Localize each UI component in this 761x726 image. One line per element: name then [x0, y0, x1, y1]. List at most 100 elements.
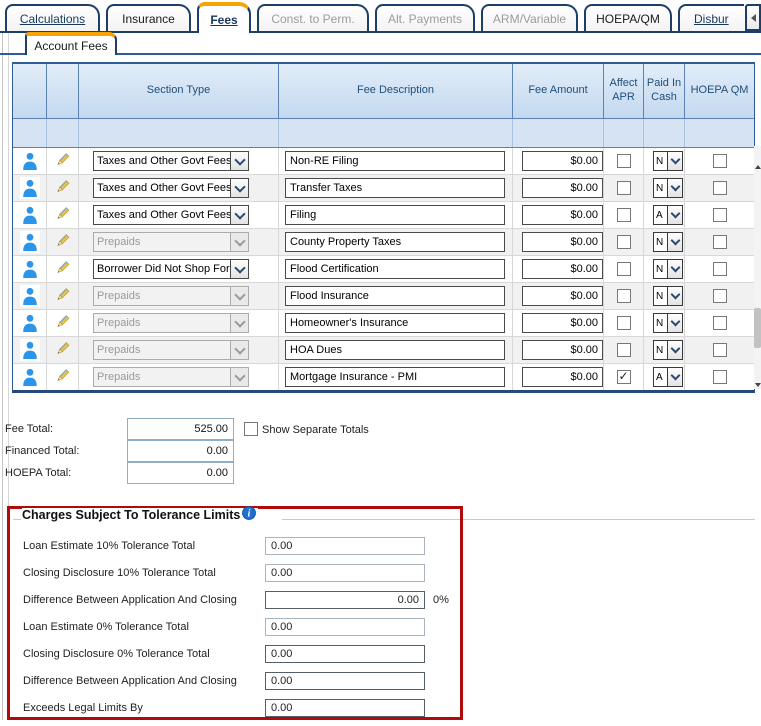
paid-in-cash-select[interactable]: A [653, 367, 683, 387]
chevron-down-icon[interactable] [667, 368, 682, 386]
paid-in-cash-select[interactable]: N [653, 178, 683, 198]
fee-description-input[interactable]: County Property Taxes [285, 232, 505, 252]
filter-fee-description[interactable] [279, 119, 513, 147]
affect-apr-checkbox[interactable] [616, 369, 631, 384]
hoepa-total-value[interactable]: 0.00 [127, 462, 234, 484]
chevron-down-icon[interactable] [230, 179, 248, 197]
show-separate-totals-checkbox[interactable] [244, 422, 258, 436]
tab-const-to-perm[interactable]: Const. to Perm. [257, 4, 369, 31]
edit-pencil-button[interactable] [55, 287, 70, 306]
affect-apr-checkbox[interactable] [616, 343, 631, 357]
paid-in-cash-select[interactable]: N [653, 259, 683, 279]
tab-disbursements[interactable]: Disbur [678, 4, 744, 31]
person-icon-button[interactable] [20, 177, 40, 199]
chevron-down-icon[interactable] [230, 314, 248, 332]
hoepa-qm-checkbox[interactable] [712, 208, 727, 222]
affect-apr-checkbox[interactable] [616, 235, 631, 249]
tab-arm-variable[interactable]: ARM/Variable [481, 4, 578, 31]
header-fee-amount[interactable]: Fee Amount [513, 64, 604, 118]
chevron-down-icon[interactable] [667, 179, 682, 197]
header-section-type[interactable]: Section Type [79, 64, 279, 118]
hoepa-qm-checkbox[interactable] [712, 316, 727, 330]
chevron-down-icon[interactable] [667, 260, 682, 278]
paid-in-cash-select[interactable]: N [653, 313, 683, 333]
affect-apr-checkbox[interactable] [616, 289, 631, 303]
filter-paid-in-cash[interactable] [644, 119, 685, 147]
header-paid-in-cash[interactable]: Paid In Cash [644, 64, 685, 118]
fee-amount-input[interactable]: $0.00 [522, 205, 603, 225]
affect-apr-checkbox[interactable] [616, 208, 631, 222]
person-icon-button[interactable] [20, 231, 40, 253]
filter-fee-amount[interactable] [513, 119, 604, 147]
fee-description-input[interactable]: Flood Certification [285, 259, 505, 279]
edit-pencil-button[interactable] [55, 260, 70, 279]
paid-in-cash-select[interactable]: N [653, 286, 683, 306]
chevron-down-icon[interactable] [230, 368, 248, 386]
chevron-down-icon[interactable] [667, 314, 682, 332]
section-type-select[interactable]: Taxes and Other Govt Fees [93, 178, 249, 198]
section-type-select[interactable]: Prepaids [93, 313, 249, 333]
paid-in-cash-select[interactable]: N [653, 151, 683, 171]
fee-amount-input[interactable]: $0.00 [522, 286, 603, 306]
section-type-select[interactable]: Taxes and Other Govt Fees [93, 205, 249, 225]
fee-amount-input[interactable]: $0.00 [522, 340, 603, 360]
person-icon-button[interactable] [20, 366, 40, 388]
hoepa-qm-checkbox[interactable] [712, 154, 727, 168]
tolerance-field-input[interactable]: 0.00 [265, 672, 425, 690]
paid-in-cash-select[interactable]: N [653, 232, 683, 252]
section-type-select[interactable]: Taxes and Other Govt Fees [93, 151, 249, 171]
section-type-select[interactable]: Prepaids [93, 232, 249, 252]
tab-calculations[interactable]: Calculations [5, 4, 100, 31]
chevron-down-icon[interactable] [230, 260, 248, 278]
fee-description-input[interactable]: Flood Insurance [285, 286, 505, 306]
fee-description-input[interactable]: Mortgage Insurance - PMI [285, 367, 505, 387]
tab-hoepa-qm[interactable]: HOEPA/QM [584, 4, 672, 31]
scrollbar-down-icon[interactable] [754, 380, 761, 389]
fee-amount-input[interactable]: $0.00 [522, 367, 603, 387]
info-icon[interactable]: i [242, 506, 257, 520]
header-hoepa-qm[interactable]: HOEPA QM [685, 64, 754, 118]
section-type-select[interactable]: Borrower Did Not Shop For [93, 259, 249, 279]
chevron-down-icon[interactable] [230, 341, 248, 359]
fee-amount-input[interactable]: $0.00 [522, 151, 603, 171]
tolerance-field-input[interactable]: 0.00 [265, 645, 425, 663]
paid-in-cash-select[interactable]: N [653, 340, 683, 360]
fee-description-input[interactable]: Non-RE Filing [285, 151, 505, 171]
fee-amount-input[interactable]: $0.00 [522, 313, 603, 333]
person-icon-button[interactable] [20, 258, 40, 280]
chevron-down-icon[interactable] [667, 206, 682, 224]
affect-apr-checkbox[interactable] [616, 262, 631, 276]
tolerance-field-input[interactable]: 0.00 [265, 564, 425, 582]
paid-in-cash-select[interactable]: A [653, 205, 683, 225]
fee-amount-input[interactable]: $0.00 [522, 178, 603, 198]
filter-affect-apr[interactable] [604, 119, 644, 147]
grid-vertical-scrollbar[interactable] [754, 146, 761, 389]
tab-scroll-left-button[interactable] [745, 4, 761, 31]
chevron-down-icon[interactable] [667, 152, 682, 170]
affect-apr-checkbox[interactable] [616, 181, 631, 195]
section-type-select[interactable]: Prepaids [93, 340, 249, 360]
tolerance-field-input[interactable]: 0.00 [265, 537, 425, 555]
edit-pencil-button[interactable] [55, 152, 70, 171]
header-fee-description[interactable]: Fee Description [279, 64, 513, 118]
scrollbar-up-icon[interactable] [754, 162, 761, 171]
hoepa-qm-checkbox[interactable] [712, 235, 727, 249]
hoepa-qm-checkbox[interactable] [712, 370, 727, 384]
hoepa-qm-checkbox[interactable] [712, 343, 727, 357]
chevron-down-icon[interactable] [667, 287, 682, 305]
fee-amount-input[interactable]: $0.00 [522, 259, 603, 279]
edit-pencil-button[interactable] [55, 179, 70, 198]
affect-apr-checkbox[interactable] [616, 154, 631, 168]
fee-total-value[interactable]: 525.00 [127, 418, 234, 440]
scrollbar-thumb[interactable] [754, 308, 761, 348]
fee-description-input[interactable]: HOA Dues [285, 340, 505, 360]
section-type-select[interactable]: Prepaids [93, 286, 249, 306]
edit-pencil-button[interactable] [55, 314, 70, 333]
hoepa-qm-checkbox[interactable] [712, 289, 727, 303]
tab-insurance[interactable]: Insurance [106, 4, 191, 31]
person-icon-button[interactable] [20, 204, 40, 226]
tab-fees[interactable]: Fees [197, 2, 251, 33]
fee-description-input[interactable]: Filing [285, 205, 505, 225]
person-icon-button[interactable] [20, 150, 40, 172]
tab-alt-payments[interactable]: Alt. Payments [375, 4, 475, 31]
